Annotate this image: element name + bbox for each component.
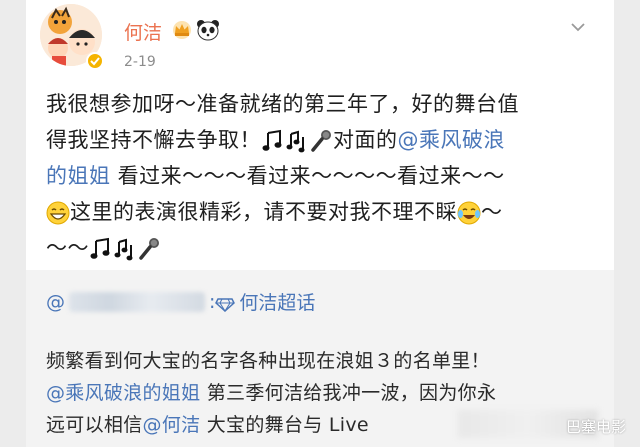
- post-text-segment: 我很想参加呀～准备就绪的第三年了，好的舞台值: [46, 92, 519, 116]
- topic-diamond-icon: [215, 295, 236, 312]
- repost-text-segment: 远可以相信: [46, 414, 143, 436]
- mention-link[interactable]: @乘风破浪: [398, 128, 506, 152]
- panda-badge-icon[interactable]: [196, 19, 220, 41]
- mention-link[interactable]: @何洁: [143, 414, 201, 436]
- post-text-segment: 这里的表演很精彩，请不要对我不理不睬: [70, 200, 457, 224]
- repost-section[interactable]: @ : 何洁超话 频繁看到何大宝的名字各种出现在浪姐３的名单里！ @乘风破浪的姐…: [26, 270, 614, 447]
- verified-badge-icon: [86, 52, 104, 70]
- music-note-icon: [261, 128, 285, 154]
- post-line: ～～: [46, 230, 586, 266]
- username[interactable]: 何洁: [124, 18, 162, 45]
- post-date: 2-19: [124, 54, 156, 70]
- watermark: 巴塞电影: [565, 418, 626, 436]
- repost-header: @ : 何洁超话: [46, 288, 315, 315]
- post-text-segment: 对面的: [333, 128, 398, 152]
- crown-badge-icon[interactable]: [171, 20, 193, 40]
- post-body: 我很想参加呀～准备就绪的第三年了，好的舞台值 得我坚持不懈去争取！ 对面的@乘风破…: [46, 86, 586, 266]
- post-text-segment: ～～: [46, 236, 89, 260]
- music-note-icon: [89, 236, 113, 262]
- chevron-down-icon[interactable]: [570, 18, 586, 32]
- repost-text-segment: 大宝的舞台与 Live: [200, 414, 369, 436]
- post-text-segment: 看过来～～～看过来～～～～看过来～～: [110, 164, 505, 188]
- mention-link[interactable]: 的姐姐: [46, 164, 111, 188]
- repost-text-segment: 第三季何洁给我冲一波，因为你永: [200, 382, 497, 404]
- post-text-segment: ～: [481, 200, 503, 224]
- post-line: 我很想参加呀～准备就绪的第三年了，好的舞台值: [46, 86, 586, 122]
- microphone-icon: [137, 236, 161, 262]
- topic-link[interactable]: 何洁超话: [239, 288, 315, 315]
- grin-emoji-icon: [46, 200, 70, 226]
- music-notes-icon: [113, 236, 137, 262]
- blurred-username: [69, 291, 205, 312]
- repost-at-sign: @: [46, 290, 65, 313]
- music-notes-icon: [285, 128, 309, 154]
- repost-line: 频繁看到何大宝的名字各种出现在浪姐３的名单里！: [46, 345, 602, 377]
- post-header: 何洁 2-19: [26, 0, 614, 80]
- microphone-icon: [309, 128, 333, 154]
- laugh-cry-emoji-icon: [457, 200, 481, 226]
- post-line: 这里的表演很精彩，请不要对我不理不睬 ～: [46, 194, 586, 230]
- weibo-post-card: 何洁 2-19 我很想参加呀～准备就绪的第三年了，好的舞台值 得我坚持不懈去争取…: [26, 0, 614, 447]
- post-line: 得我坚持不懈去争取！ 对面的@乘风破浪: [46, 122, 586, 158]
- post-text-segment: 得我坚持不懈去争取！: [46, 128, 261, 152]
- mention-link[interactable]: @乘风破浪的姐姐: [46, 382, 200, 404]
- repost-line: @乘风破浪的姐姐 第三季何洁给我冲一波，因为你永: [46, 377, 602, 409]
- repost-text-segment: 频繁看到何大宝的名字各种出现在浪姐３的名单里！: [46, 350, 490, 372]
- post-line: 的姐姐 看过来～～～看过来～～～～看过来～～: [46, 158, 586, 194]
